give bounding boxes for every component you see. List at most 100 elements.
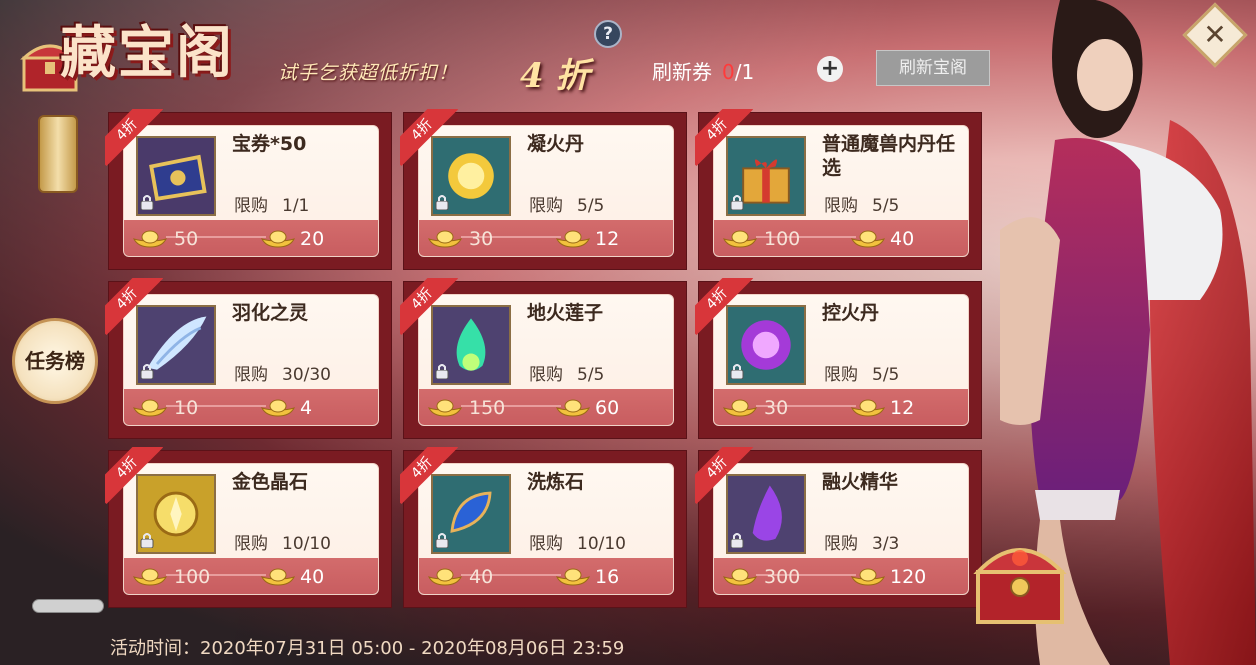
discount-badge: 4折 [695, 447, 754, 505]
shop-item-card[interactable]: 羽化之灵 限购 30/30 10 4 4折 [105, 278, 392, 439]
discount-ribbon: 4折 [400, 278, 460, 338]
discount-price: 12 [890, 397, 915, 419]
gold-ingot-icon [722, 565, 758, 587]
treasure-chest-reward-icon[interactable] [968, 532, 1072, 628]
refresh-ticket-counter: 刷新券 0/1 [652, 56, 754, 85]
add-ticket-button[interactable]: + [817, 56, 843, 82]
price-bar[interactable]: 40 16 [419, 558, 673, 594]
discount-price: 60 [595, 397, 620, 419]
original-price: 30 [764, 397, 789, 419]
discount-badge: 4折 [400, 109, 459, 167]
price-bar[interactable]: 100 40 [714, 220, 968, 256]
original-price: 50 [174, 228, 199, 250]
shop-item-card[interactable]: 地火莲子 限购 5/5 150 60 4折 [400, 278, 687, 439]
limit-value: 10/10 [282, 534, 331, 554]
shop-item-card[interactable]: 凝火丹 限购 5/5 30 12 4折 [400, 109, 687, 270]
refresh-button[interactable]: 刷新宝阁 [876, 50, 990, 86]
discount-price: 4 [300, 397, 313, 419]
limit-label: 限购 [234, 196, 268, 216]
discount-price: 40 [300, 566, 325, 588]
discount-badge: 4折 [400, 447, 459, 505]
purchase-limit: 限购 10/10 [234, 529, 331, 554]
purchase-limit: 限购 5/5 [824, 360, 899, 385]
item-name: 融火精华 [822, 471, 899, 493]
shop-item-card[interactable]: 宝券*50 限购 1/1 50 20 4折 [105, 109, 392, 270]
refresh-ticket-current: 0 [722, 60, 735, 84]
limit-value: 5/5 [577, 365, 605, 385]
gold-ingot-icon [260, 227, 296, 249]
gold-ingot-icon [132, 565, 168, 587]
shop-grid: 宝券*50 限购 1/1 50 20 4折 凝火丹 限购 5/5 30 12 4… [105, 109, 982, 608]
scroll-decoration-icon [38, 115, 78, 193]
shop-item-card[interactable]: 融火精华 限购 3/3 300 120 4折 [695, 447, 982, 608]
scroll-indicator[interactable] [32, 599, 104, 613]
price-bar[interactable]: 50 20 [124, 220, 378, 256]
limit-label: 限购 [824, 534, 858, 554]
item-name: 普通魔兽内丹任选 [822, 133, 956, 179]
lock-icon [435, 532, 449, 549]
item-name: 洗炼石 [527, 471, 585, 493]
gold-ingot-icon [722, 227, 758, 249]
limit-value: 10/10 [577, 534, 626, 554]
close-icon: ✕ [1203, 18, 1227, 51]
shop-item-card[interactable]: 金色晶石 限购 10/10 100 40 4折 [105, 447, 392, 608]
lock-icon [140, 532, 154, 549]
original-price: 150 [469, 397, 506, 419]
gold-ingot-icon [555, 396, 591, 418]
original-price: 300 [764, 566, 801, 588]
title-banner: 藏宝阁 [10, 0, 300, 120]
limit-label: 限购 [529, 196, 563, 216]
discount-ribbon: 4折 [400, 109, 460, 169]
gold-ingot-icon [850, 565, 886, 587]
purchase-limit: 限购 5/5 [824, 191, 899, 216]
treasure-pavilion-screen: 藏宝阁 试手乞获超低折扣！ 4 折 ? 刷新券 0/1 + 刷新宝阁 ✕ 宝券*5… [0, 0, 1256, 665]
lock-icon [435, 363, 449, 380]
discount-ribbon: 4折 [400, 447, 460, 507]
lock-icon [140, 194, 154, 211]
limit-value: 1/1 [282, 196, 310, 216]
price-bar[interactable]: 10 4 [124, 389, 378, 425]
gold-ingot-icon [555, 565, 591, 587]
price-bar[interactable]: 30 12 [714, 389, 968, 425]
discount-price: 40 [890, 228, 915, 250]
price-bar[interactable]: 300 120 [714, 558, 968, 594]
gold-ingot-icon [555, 227, 591, 249]
help-icon[interactable]: ? [594, 20, 622, 48]
gold-ingot-icon [260, 396, 296, 418]
discount-ribbon: 4折 [695, 447, 755, 507]
gold-ingot-icon [427, 227, 463, 249]
price-bar[interactable]: 100 40 [124, 558, 378, 594]
task-ranking-tab[interactable]: 任务榜 [12, 318, 98, 404]
item-name: 宝券*50 [232, 133, 307, 155]
item-name: 羽化之灵 [232, 302, 309, 324]
shop-item-card[interactable]: 洗炼石 限购 10/10 40 16 4折 [400, 447, 687, 608]
original-price: 10 [174, 397, 199, 419]
limit-label: 限购 [529, 365, 563, 385]
original-price: 100 [764, 228, 801, 250]
gold-ingot-icon [132, 396, 168, 418]
discount-badge: 4折 [400, 278, 459, 336]
discount-badge: 4折 [105, 278, 164, 336]
price-bar[interactable]: 30 12 [419, 220, 673, 256]
lock-icon [435, 194, 449, 211]
gold-ingot-icon [722, 396, 758, 418]
item-name: 地火莲子 [527, 302, 604, 324]
price-bar[interactable]: 150 60 [419, 389, 673, 425]
gold-ingot-icon [427, 565, 463, 587]
original-price: 30 [469, 228, 494, 250]
shop-item-card[interactable]: 普通魔兽内丹任选 限购 5/5 100 40 4折 [695, 109, 982, 270]
discount-price: 12 [595, 228, 620, 250]
gold-ingot-icon [427, 396, 463, 418]
lock-icon [730, 363, 744, 380]
limit-label: 限购 [529, 534, 563, 554]
item-name: 控火丹 [822, 302, 880, 324]
shop-item-card[interactable]: 控火丹 限购 5/5 30 12 4折 [695, 278, 982, 439]
limit-label: 限购 [824, 365, 858, 385]
discount-price: 20 [300, 228, 325, 250]
discount-ribbon: 4折 [105, 109, 165, 169]
limit-label: 限购 [824, 196, 858, 216]
promo-slogan: 试手乞获超低折扣！ [278, 62, 459, 84]
limit-value: 5/5 [872, 365, 900, 385]
refresh-ticket-total: /1 [734, 60, 755, 84]
discount-badge: 4折 [695, 109, 754, 167]
